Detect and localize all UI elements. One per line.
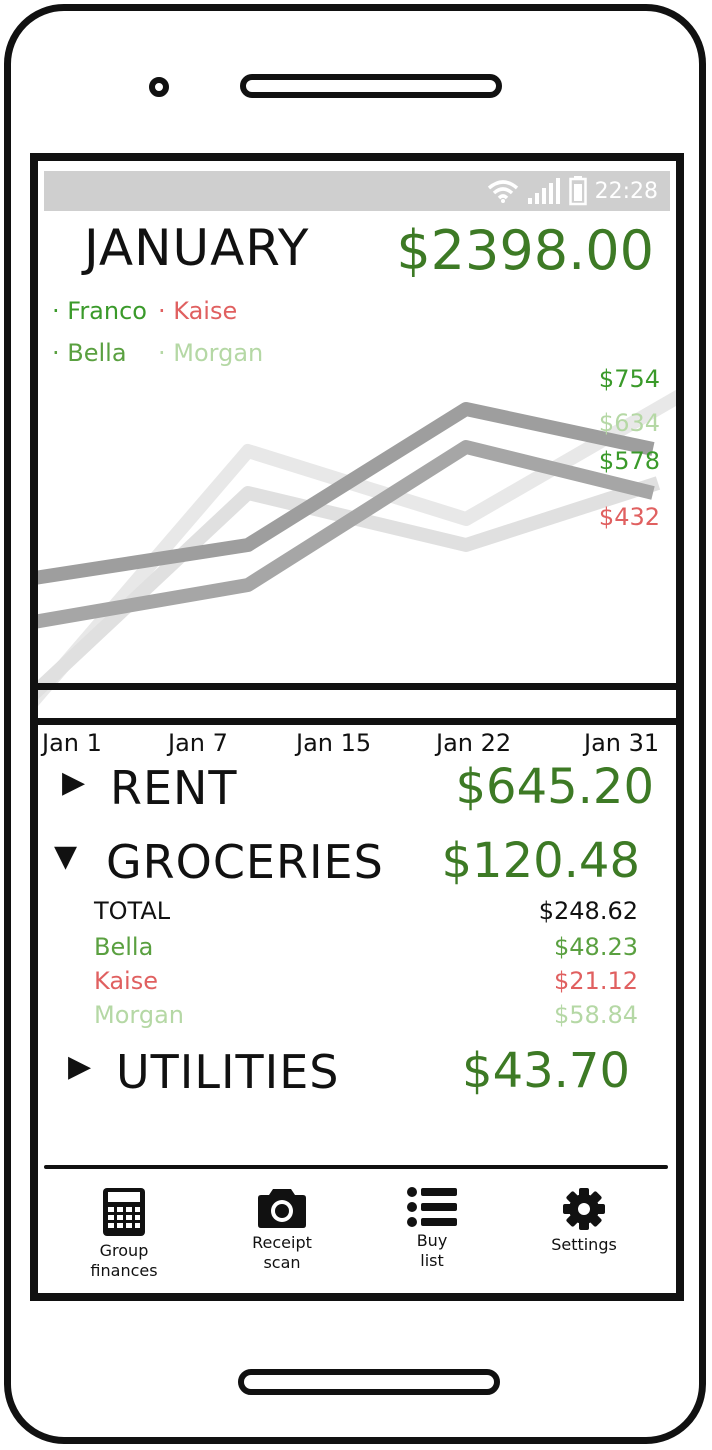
collapse-arrow-icon[interactable]: ▼ (54, 839, 77, 874)
chart-x-axis: Jan 1 Jan 7 Jan 15 Jan 22 Jan 31 (38, 729, 676, 763)
expand-arrow-icon[interactable]: ▶ (68, 1049, 91, 1084)
chart-divider-bottom (38, 718, 676, 725)
list-icon (407, 1187, 457, 1227)
nav-settings[interactable]: Settings (524, 1173, 644, 1293)
breakdown-label: Morgan (94, 1001, 184, 1029)
category-rent[interactable]: ▶ RENT $645.20 (38, 759, 676, 821)
nav-label: Buy (416, 1231, 448, 1250)
category-amount: $120.48 (441, 833, 641, 889)
status-bar: 22:28 (44, 171, 670, 211)
end-label-franco: $754 (599, 365, 660, 393)
breakdown-value: $58.84 (554, 1001, 638, 1029)
category-name: UTILITIES (116, 1045, 340, 1099)
wifi-icon (487, 180, 518, 203)
category-name: RENT (110, 761, 238, 815)
calculator-icon (103, 1188, 145, 1236)
nav-receipt-scan[interactable]: Receipt scan (222, 1173, 342, 1293)
home-button[interactable] (238, 1369, 500, 1395)
series-line-franco (38, 402, 655, 585)
x-tick-label: Jan 22 (436, 729, 512, 757)
category-name: GROCERIES (106, 835, 384, 889)
breakdown-label: Bella (94, 933, 154, 961)
nav-group-finances[interactable]: Group finances (64, 1173, 184, 1293)
breakdown-value: $48.23 (554, 933, 638, 961)
category-utilities[interactable]: ▶ UTILITIES $43.70 (38, 1043, 676, 1105)
end-label-bella: $578 (599, 447, 660, 475)
chart-divider-top (38, 683, 676, 690)
end-label-kaise: $432 (599, 503, 660, 531)
x-tick-label: Jan 7 (168, 729, 228, 757)
breakdown-row: Bella $48.23 (94, 933, 638, 965)
gear-icon (563, 1188, 605, 1230)
category-amount: $645.20 (455, 759, 655, 815)
breakdown-label: TOTAL (94, 897, 171, 925)
app-screen: 22:28 JANUARY $2398.00 · Franco · Kaise … (30, 153, 684, 1301)
battery-icon (568, 176, 587, 206)
nav-divider (44, 1165, 668, 1169)
nav-label: finances (90, 1261, 158, 1280)
camera-lens (149, 77, 169, 97)
nav-label: list (420, 1251, 444, 1270)
nav-label: Receipt (252, 1233, 312, 1252)
nav-buy-list[interactable]: Buy list (372, 1173, 492, 1293)
category-groceries[interactable]: ▼ GROCERIES $120.48 (38, 833, 676, 895)
legend-item-kaise[interactable]: · Kaise (158, 297, 237, 325)
breakdown-row: TOTAL $248.62 (94, 897, 638, 929)
speaker-grille (240, 74, 502, 98)
x-tick-label: Jan 1 (42, 729, 102, 757)
breakdown-row: Kaise $21.12 (94, 967, 638, 999)
nav-label: Settings (551, 1235, 617, 1254)
camera-icon (258, 1189, 306, 1228)
expand-arrow-icon[interactable]: ▶ (62, 765, 85, 800)
nav-label: scan (263, 1253, 301, 1272)
x-tick-label: Jan 15 (296, 729, 372, 757)
breakdown-label: Kaise (94, 967, 158, 995)
breakdown-value: $21.12 (554, 967, 638, 995)
signal-icon (527, 178, 560, 204)
breakdown-value: $248.62 (538, 897, 638, 925)
status-time: 22:28 (594, 178, 658, 204)
x-tick-label: Jan 31 (584, 729, 660, 757)
spending-line-chart: $754 $634 $578 $432 (38, 365, 676, 707)
month-total: $2398.00 (396, 219, 654, 282)
breakdown-row: Morgan $58.84 (94, 1001, 638, 1033)
bottom-navigation: Group finances Receipt scan Buy list Set… (38, 1173, 676, 1293)
nav-label: Group (99, 1241, 149, 1260)
end-label-morgan: $634 (599, 409, 660, 437)
legend-item-franco[interactable]: · Franco (52, 297, 147, 325)
month-title: JANUARY (84, 219, 310, 277)
category-amount: $43.70 (462, 1043, 630, 1099)
